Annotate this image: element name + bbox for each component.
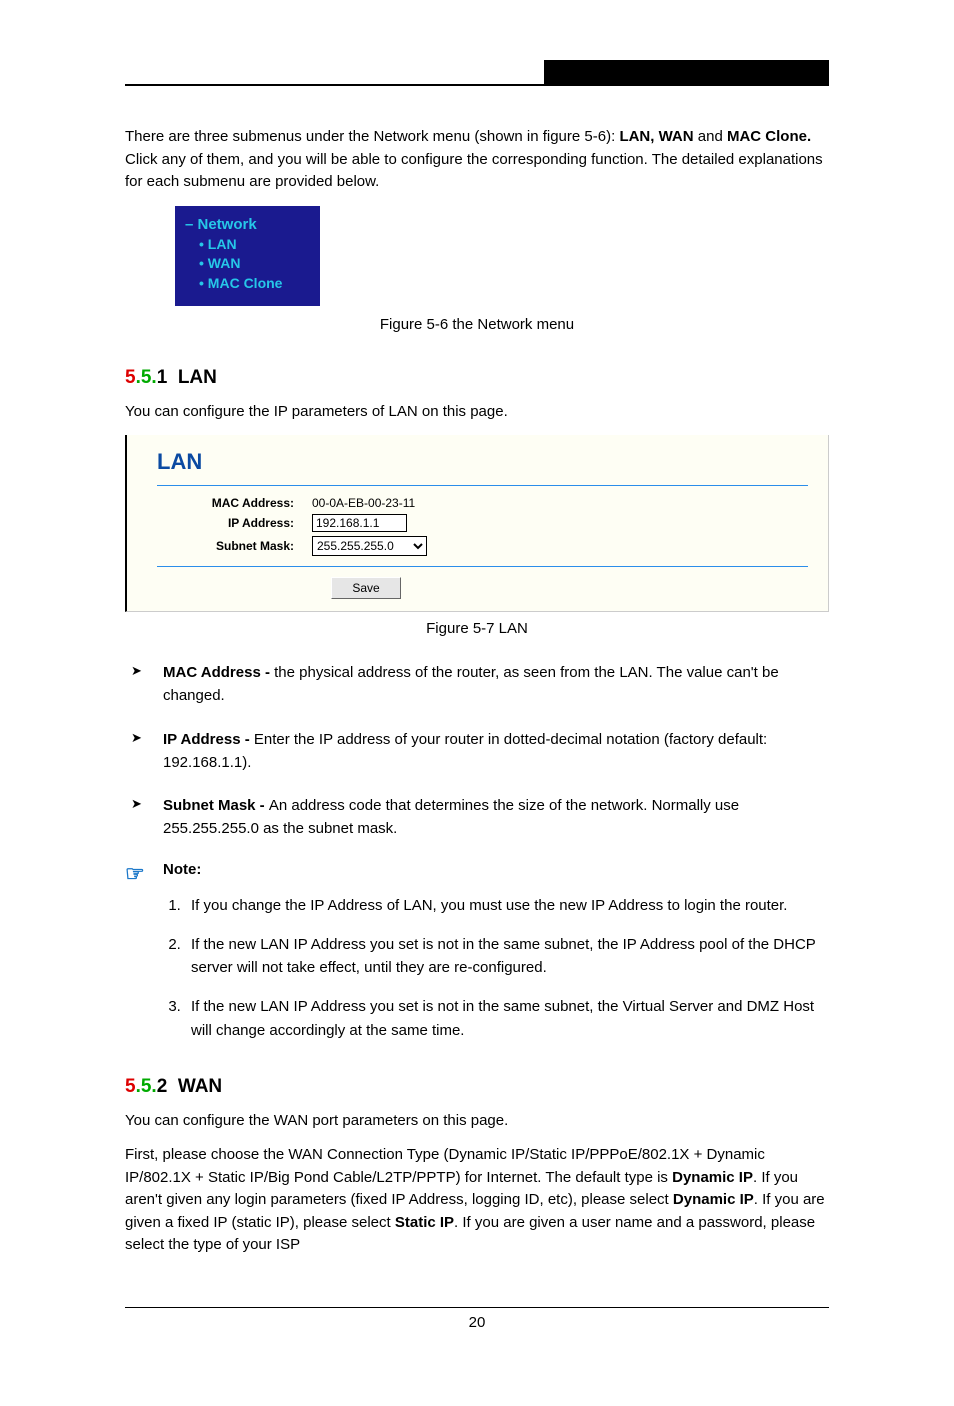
footer-divider — [125, 1307, 829, 1308]
figure-ref: figure 5-6 — [543, 128, 606, 145]
bullet-label: Subnet Mask - — [163, 797, 269, 814]
network-nav-figure: – Network • LAN • WAN • MAC Clone — [175, 206, 320, 306]
submenu-mac: MAC Clone. — [727, 128, 811, 145]
mac-label: MAC Address: — [157, 496, 312, 510]
divider — [157, 566, 808, 567]
nav-lan: • LAN — [199, 235, 310, 255]
subnet-mask-select[interactable]: 255.255.255.0 — [312, 536, 427, 556]
wan-intro: You can configure the WAN port parameter… — [125, 1110, 829, 1133]
note-list: If you change the IP Address of LAN, you… — [163, 894, 829, 1042]
text: First, please choose the WAN Connection … — [125, 1146, 765, 1186]
lan-intro: You can configure the IP parameters of L… — [125, 401, 829, 424]
nav-network: – Network — [185, 214, 310, 235]
bullet-mac: MAC Address - the physical address of th… — [125, 661, 829, 708]
dynamic-ip-bold-2: Dynamic IP — [673, 1191, 754, 1208]
wan-para2: First, please choose the WAN Connection … — [125, 1144, 829, 1257]
save-button[interactable]: Save — [331, 577, 401, 599]
nav-wan: • WAN — [199, 254, 310, 274]
ip-label: IP Address: — [157, 516, 312, 530]
mac-row: MAC Address: 00-0A-EB-00-23-11 — [157, 496, 808, 510]
text: There are three submenus under the Netwo… — [125, 128, 543, 145]
mac-value: 00-0A-EB-00-23-11 — [312, 496, 415, 510]
note-item: If the new LAN IP Address you set is not… — [185, 995, 829, 1042]
dynamic-ip-bold: Dynamic IP — [672, 1169, 753, 1186]
note-item: If the new LAN IP Address you set is not… — [185, 933, 829, 980]
lan-config-figure: LAN MAC Address: 00-0A-EB-00-23-11 IP Ad… — [125, 435, 829, 612]
bullet-list: MAC Address - the physical address of th… — [125, 661, 829, 841]
pointing-hand-icon: ☞ — [125, 861, 145, 887]
divider — [157, 485, 808, 486]
figure-5-6-caption: Figure 5-6 the Network menu — [125, 316, 829, 333]
note-block: ☞ Note: If you change the IP Address of … — [125, 861, 829, 1042]
section-5-5-1-title: 5.5.1 LAN — [125, 367, 829, 389]
note-item: If you change the IP Address of LAN, you… — [185, 894, 829, 917]
nav-mac-clone: • MAC Clone — [199, 274, 310, 294]
header-black-block — [544, 60, 829, 84]
figure-5-7-caption: Figure 5-7 LAN — [125, 620, 829, 637]
bullet-label: MAC Address - — [163, 664, 274, 681]
subnet-row: Subnet Mask: 255.255.255.0 — [157, 536, 808, 556]
submenu-names: LAN, WAN — [619, 128, 693, 145]
intro-paragraph: There are three submenus under the Netwo… — [125, 126, 829, 194]
note-title: Note: — [163, 861, 201, 878]
bullet-label: IP Address - — [163, 731, 254, 748]
bullet-text: Enter the IP address of your router in d… — [163, 731, 767, 771]
subnet-label: Subnet Mask: — [157, 539, 312, 553]
static-ip-bold: Static IP — [395, 1214, 454, 1231]
page-number: 20 — [125, 1314, 829, 1331]
section-5-5-2-title: 5.5.2 WAN — [125, 1076, 829, 1098]
bullet-subnet: Subnet Mask - An address code that deter… — [125, 794, 829, 841]
text: and — [694, 128, 727, 145]
bullet-ip: IP Address - Enter the IP address of you… — [125, 728, 829, 775]
page-header — [125, 60, 829, 86]
text: Click any of them, and you will be able … — [125, 151, 823, 191]
ip-row: IP Address: — [157, 514, 808, 532]
text: ): — [606, 128, 619, 145]
ip-address-input[interactable] — [312, 514, 407, 532]
lan-title: LAN — [157, 449, 808, 475]
